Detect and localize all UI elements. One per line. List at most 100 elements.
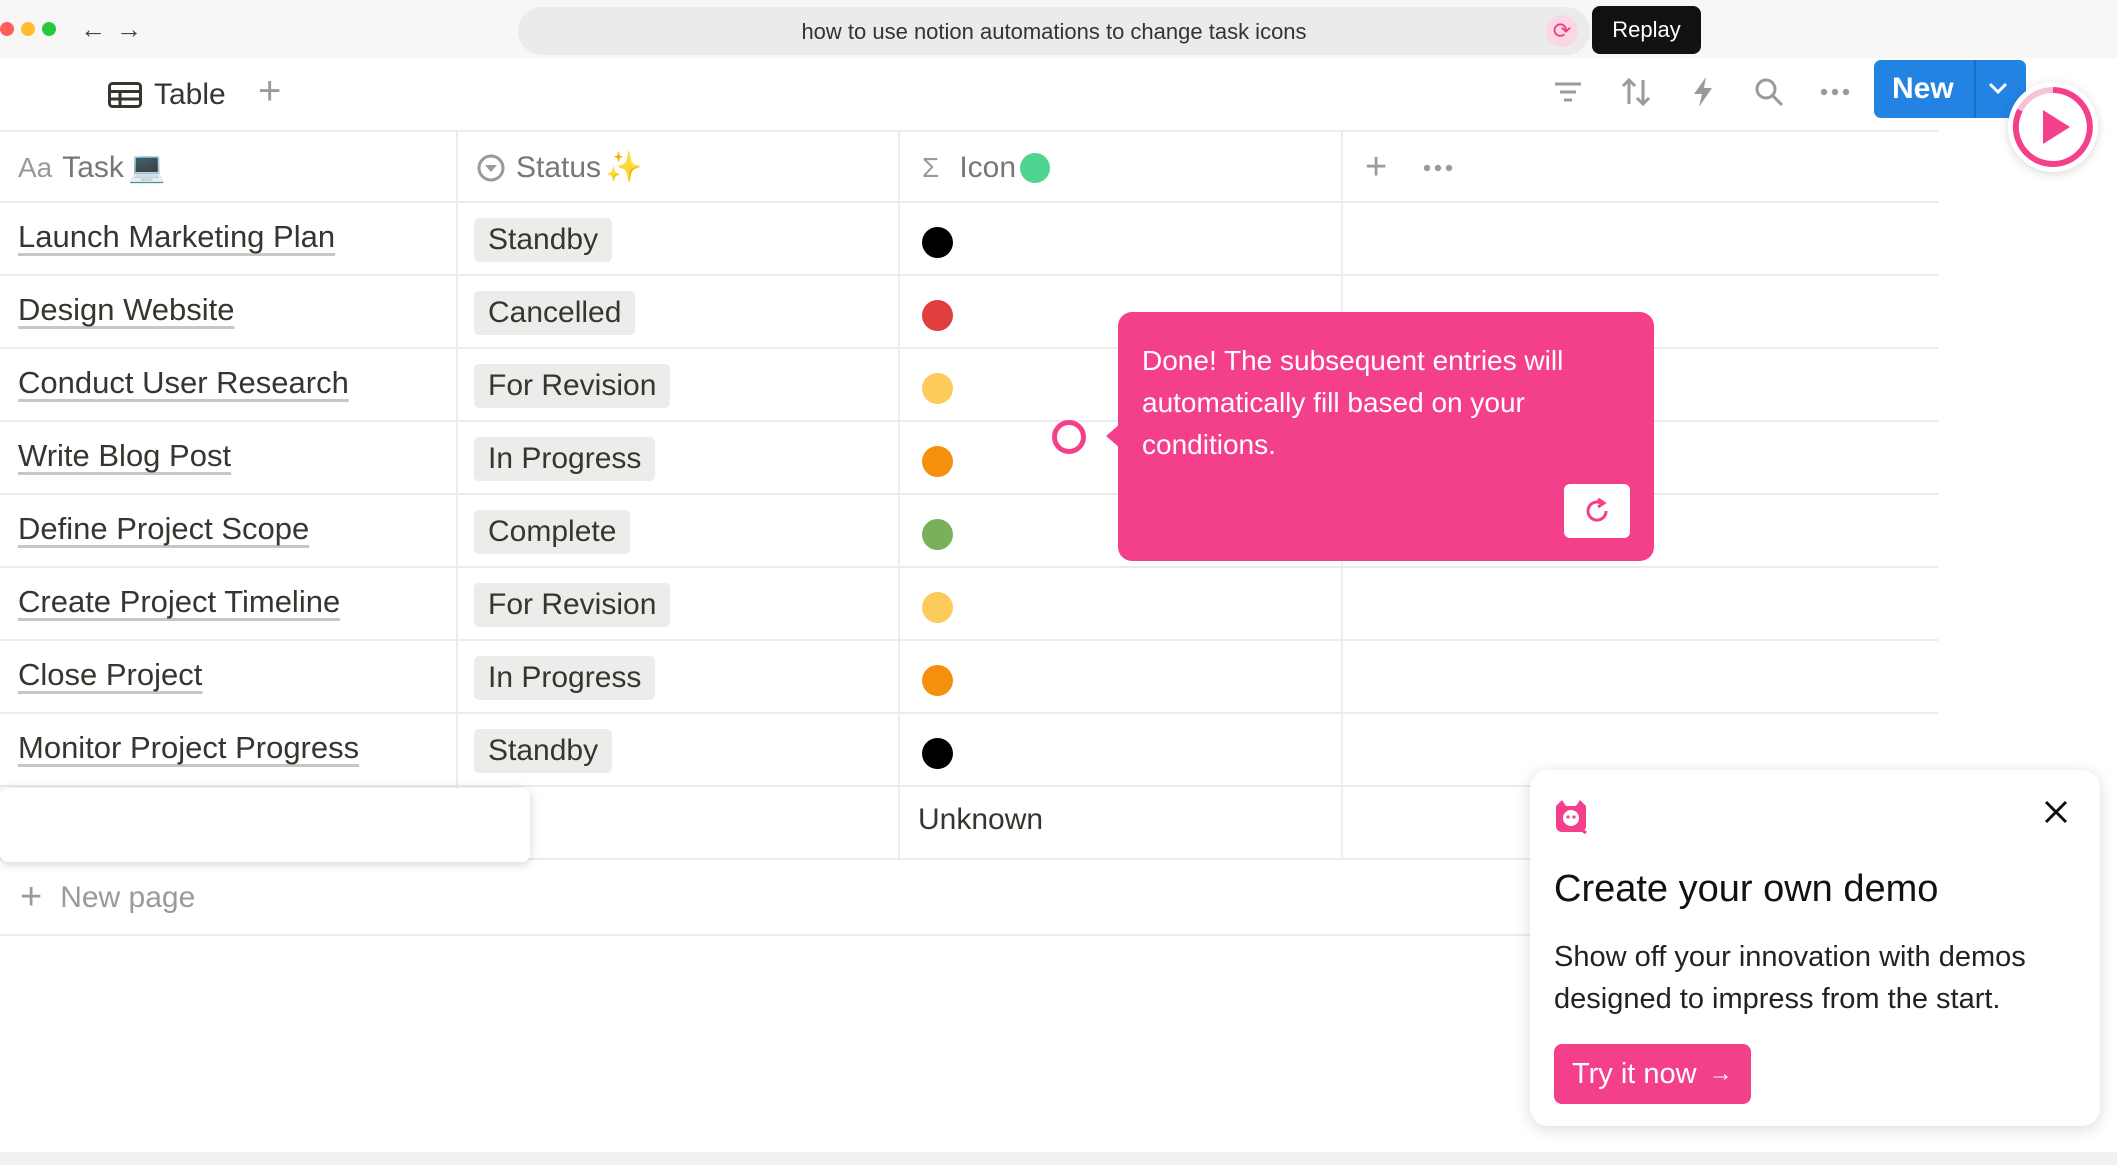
status-badge[interactable]: For Revision <box>474 364 671 408</box>
chevron-down-icon[interactable] <box>1986 76 2010 100</box>
new-page-plus-icon: + <box>20 876 43 918</box>
laptop-emoji: 💻 <box>127 151 166 184</box>
status-color-icon <box>922 227 953 258</box>
new-button-divider <box>1974 60 1976 118</box>
add-property-plus-icon[interactable]: + <box>1365 146 1387 189</box>
task-name-input[interactable] <box>0 788 530 862</box>
icon-cell[interactable] <box>900 203 1343 274</box>
header-task-label: Task <box>62 150 124 184</box>
status-badge[interactable]: In Progress <box>474 656 656 700</box>
text-property-icon: Aa <box>18 151 53 183</box>
restart-icon <box>1586 497 1608 522</box>
new-page-label: New page <box>60 880 196 914</box>
task-cell[interactable]: Define Project Scope <box>0 495 458 566</box>
view-label: Table <box>154 78 226 111</box>
task-name[interactable]: Conduct User Research <box>18 365 349 401</box>
task-name[interactable]: Define Project Scope <box>18 511 309 547</box>
status-cell[interactable]: For Revision <box>458 349 900 420</box>
try-it-now-label: Try it now <box>1572 1058 1697 1090</box>
search-icon[interactable] <box>1749 72 1789 112</box>
property-more-icon[interactable] <box>1423 164 1453 172</box>
icon-cell[interactable] <box>900 641 1343 712</box>
close-window-button[interactable] <box>0 22 14 36</box>
sort-icon[interactable] <box>1616 72 1656 112</box>
icon-cell-unknown[interactable]: Unknown <box>900 787 1343 858</box>
status-cell[interactable]: In Progress <box>458 641 900 712</box>
header-icon-label: Icon <box>959 150 1017 184</box>
back-arrow-icon[interactable]: ← <box>80 14 106 44</box>
more-options-icon[interactable] <box>1815 72 1855 112</box>
status-color-icon <box>922 665 953 696</box>
task-cell[interactable]: Monitor Project Progress <box>0 714 458 785</box>
new-button-label: New <box>1892 72 1954 105</box>
try-it-now-button[interactable]: Try it now → <box>1554 1044 1751 1104</box>
promo-description: Show off your innovation with demos desi… <box>1554 941 2026 1015</box>
minimize-window-button[interactable] <box>21 22 35 36</box>
address-bar[interactable]: how to use notion automations to change … <box>518 7 1590 55</box>
status-badge[interactable]: In Progress <box>474 437 656 481</box>
create-demo-card: Create your own demo Show off your innov… <box>1530 770 2100 1126</box>
status-badge[interactable]: Standby <box>474 218 613 262</box>
filter-icon[interactable] <box>1548 72 1588 112</box>
status-color-icon <box>922 373 953 404</box>
status-property-icon <box>477 154 505 181</box>
header-task[interactable]: Aa Task 💻 <box>0 132 458 203</box>
status-badge[interactable]: Cancelled <box>474 291 636 335</box>
task-name[interactable]: Launch Marketing Plan <box>18 219 335 255</box>
status-badge[interactable]: For Revision <box>474 583 671 627</box>
callout-restart-button[interactable] <box>1564 484 1630 538</box>
task-cell[interactable]: Write Blog Post <box>0 422 458 493</box>
callout-pointer <box>1106 424 1120 448</box>
maximize-window-button[interactable] <box>42 22 56 36</box>
task-name[interactable]: Close Project <box>18 657 202 693</box>
task-name[interactable]: Write Blog Post <box>18 438 231 474</box>
hotspot-ring[interactable] <box>1052 420 1086 454</box>
status-badge[interactable]: Complete <box>474 510 631 554</box>
status-cell[interactable]: Standby <box>458 203 900 274</box>
add-view-plus-icon[interactable]: + <box>258 66 281 116</box>
task-cell[interactable]: Create Project Timeline <box>0 568 458 639</box>
guide-callout: Done! The subsequent entries will automa… <box>1106 312 1654 561</box>
table-row: Create Project Timeline For Revision <box>0 568 1938 641</box>
new-page-button[interactable]: + New page <box>20 876 195 919</box>
table-view-tab[interactable]: Table <box>108 68 226 122</box>
replay-icon[interactable]: ⟳ <box>1546 15 1578 47</box>
status-cell[interactable]: For Revision <box>458 568 900 639</box>
task-name[interactable]: Design Website <box>18 292 235 328</box>
icon-cell[interactable] <box>900 714 1343 785</box>
task-cell[interactable]: Conduct User Research <box>0 349 458 420</box>
task-name[interactable]: Monitor Project Progress <box>18 730 359 766</box>
arrow-right-icon: → <box>1708 1060 1733 1087</box>
task-cell[interactable]: Close Project <box>0 641 458 712</box>
header-actions: + <box>1343 132 1938 203</box>
play-demo-button[interactable] <box>2008 82 2098 172</box>
close-icon[interactable] <box>2040 796 2072 828</box>
header-icon[interactable]: Σ Icon <box>900 132 1343 203</box>
table-row: Launch Marketing Plan Standby <box>0 203 1938 276</box>
task-cell[interactable]: Launch Marketing Plan <box>0 203 458 274</box>
window-controls <box>0 22 56 36</box>
status-cell[interactable]: Complete <box>458 495 900 566</box>
browser-chrome: ← → how to use notion automations to cha… <box>0 0 2117 58</box>
status-cell[interactable]: In Progress <box>458 422 900 493</box>
task-cell[interactable]: Design Website <box>0 276 458 347</box>
address-text: how to use notion automations to change … <box>801 19 1307 44</box>
new-button[interactable]: New <box>1874 60 2026 118</box>
status-badge[interactable]: Standby <box>474 729 613 773</box>
footer-strip <box>0 1152 2117 1165</box>
header-status[interactable]: Status ✨ <box>458 132 900 203</box>
status-color-icon <box>922 300 953 331</box>
status-color-icon <box>922 738 953 769</box>
status-color-icon <box>922 519 953 550</box>
green-circle-icon <box>1020 152 1051 183</box>
forward-arrow-icon[interactable]: → <box>116 14 142 44</box>
database-toolbar: Table + New <box>0 58 2117 132</box>
status-cell[interactable]: Cancelled <box>458 276 900 347</box>
task-name[interactable]: Create Project Timeline <box>18 584 340 620</box>
status-color-icon <box>922 592 953 623</box>
status-color-icon <box>922 446 953 477</box>
status-cell[interactable]: Standby <box>458 714 900 785</box>
icon-cell[interactable] <box>900 568 1343 639</box>
lightning-automation-icon[interactable] <box>1683 72 1723 112</box>
sparkles-emoji: ✨ <box>605 151 643 184</box>
